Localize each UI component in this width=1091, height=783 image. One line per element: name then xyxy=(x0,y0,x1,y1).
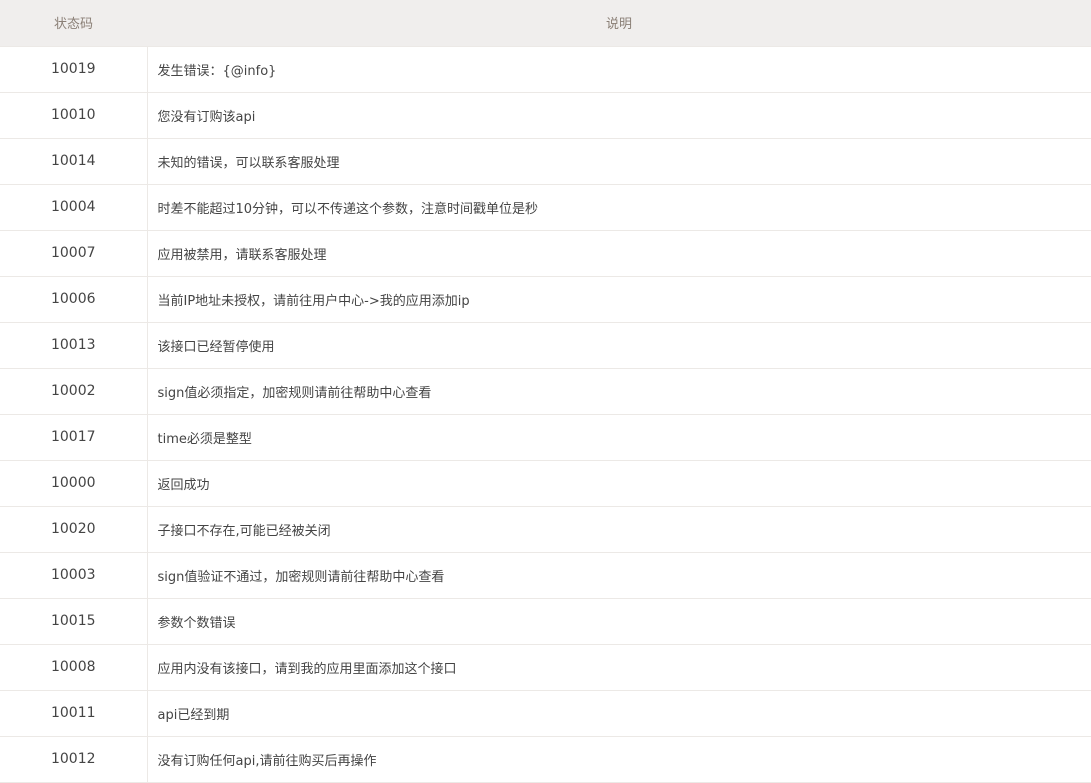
table-row: 10007 应用被禁用，请联系客服处理 xyxy=(0,230,1091,277)
status-code-cell: 10020 xyxy=(0,506,148,553)
description-cell: 应用内没有该接口，请到我的应用里面添加这个接口 xyxy=(147,644,1091,691)
table-row: 10011 api已经到期 xyxy=(0,690,1091,737)
status-code-cell: 10011 xyxy=(0,690,148,737)
description-cell: 应用被禁用，请联系客服处理 xyxy=(147,230,1091,277)
status-code-table: 状态码 说明 10019 发生错误：{@info} 10010 您没有订购该ap… xyxy=(0,0,1091,783)
description-cell: sign值验证不通过，加密规则请前往帮助中心查看 xyxy=(147,552,1091,599)
table-header: 状态码 说明 xyxy=(0,0,1091,46)
status-code-cell: 10008 xyxy=(0,644,148,691)
description-cell: api已经到期 xyxy=(147,690,1091,737)
description-cell: sign值必须指定，加密规则请前往帮助中心查看 xyxy=(147,368,1091,415)
table-row: 10013 该接口已经暂停使用 xyxy=(0,322,1091,369)
description-cell: time必须是整型 xyxy=(147,414,1091,461)
status-code-cell: 10017 xyxy=(0,414,148,461)
status-code-cell: 10004 xyxy=(0,184,148,231)
description-cell: 当前IP地址未授权，请前往用户中心->我的应用添加ip xyxy=(147,276,1091,323)
description-cell: 该接口已经暂停使用 xyxy=(147,322,1091,369)
description-cell: 子接口不存在,可能已经被关闭 xyxy=(147,506,1091,553)
table-row: 10019 发生错误：{@info} xyxy=(0,45,1091,93)
table-row: 10014 未知的错误，可以联系客服处理 xyxy=(0,138,1091,185)
table-row: 10010 您没有订购该api xyxy=(0,92,1091,139)
description-cell: 没有订购任何api,请前往购买后再操作 xyxy=(147,736,1091,783)
status-code-cell: 10006 xyxy=(0,276,148,323)
description-cell: 返回成功 xyxy=(147,460,1091,507)
description-cell: 未知的错误，可以联系客服处理 xyxy=(147,138,1091,185)
table-header-row: 状态码 说明 xyxy=(0,0,1091,46)
status-code-cell: 10002 xyxy=(0,368,148,415)
table-row: 10015 参数个数错误 xyxy=(0,598,1091,645)
table-row: 10004 时差不能超过10分钟，可以不传递这个参数，注意时间戳单位是秒 xyxy=(0,184,1091,231)
status-code-cell: 10014 xyxy=(0,138,148,185)
status-code-cell: 10003 xyxy=(0,552,148,599)
table-row: 10002 sign值必须指定，加密规则请前往帮助中心查看 xyxy=(0,368,1091,415)
status-code-cell: 10000 xyxy=(0,460,148,507)
table-row: 10012 没有订购任何api,请前往购买后再操作 xyxy=(0,736,1091,783)
status-code-cell: 10012 xyxy=(0,736,148,783)
table-row: 10000 返回成功 xyxy=(0,460,1091,507)
table-row: 10020 子接口不存在,可能已经被关闭 xyxy=(0,506,1091,553)
description-cell: 参数个数错误 xyxy=(147,598,1091,645)
description-cell: 时差不能超过10分钟，可以不传递这个参数，注意时间戳单位是秒 xyxy=(147,184,1091,231)
description-cell: 您没有订购该api xyxy=(147,92,1091,139)
table-body: 10019 发生错误：{@info} 10010 您没有订购该api 10014… xyxy=(0,45,1091,783)
column-header-code: 状态码 xyxy=(53,17,93,33)
status-code-cell: 10010 xyxy=(0,92,148,139)
table-row: 10003 sign值验证不通过，加密规则请前往帮助中心查看 xyxy=(0,552,1091,599)
table-row: 10017 time必须是整型 xyxy=(0,414,1091,461)
table-row: 10008 应用内没有该接口，请到我的应用里面添加这个接口 xyxy=(0,644,1091,691)
column-header-desc: 说明 xyxy=(605,17,632,33)
status-code-cell: 10019 xyxy=(0,45,148,93)
description-cell: 发生错误：{@info} xyxy=(147,45,1091,93)
status-code-cell: 10007 xyxy=(0,230,148,277)
table-row: 10006 当前IP地址未授权，请前往用户中心->我的应用添加ip xyxy=(0,276,1091,323)
status-code-cell: 10013 xyxy=(0,322,148,369)
status-code-cell: 10015 xyxy=(0,598,148,645)
